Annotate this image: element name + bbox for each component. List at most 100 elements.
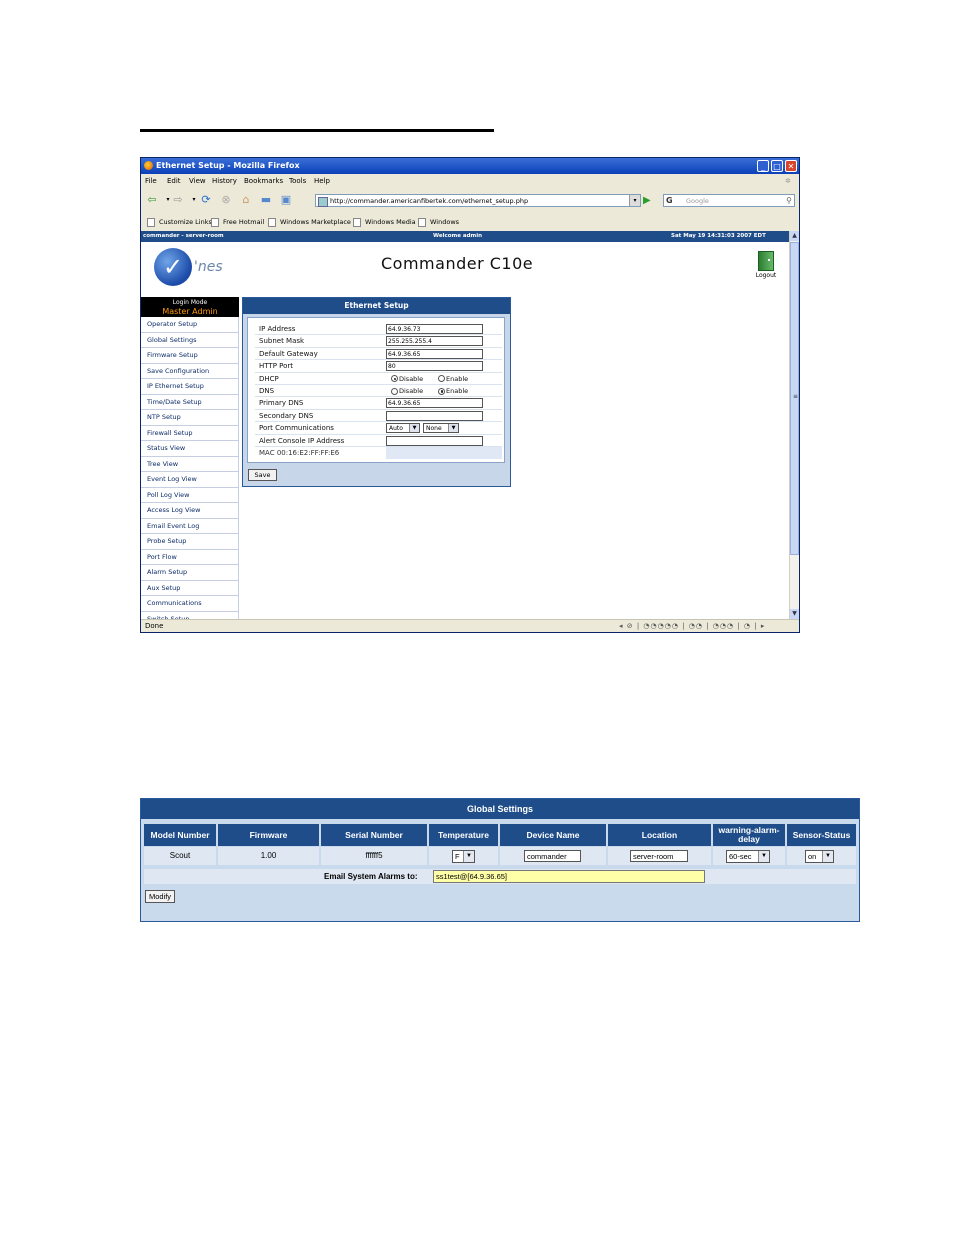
dhcp-disable-radio[interactable]: Disable bbox=[391, 375, 423, 383]
logo-text: 'nes bbox=[194, 259, 223, 275]
device-name-input[interactable]: commander bbox=[524, 850, 581, 862]
bookmark-windows-marketplace[interactable]: Windows Marketplace bbox=[268, 215, 351, 229]
mac-address: MAC 00:16:E2:FF:FF:E6 bbox=[259, 449, 340, 457]
radio-selected-icon bbox=[391, 375, 398, 383]
bookmark-customize-links[interactable]: Customize Links bbox=[147, 215, 212, 229]
menu-file[interactable]: File bbox=[145, 174, 157, 188]
close-button[interactable]: ✕ bbox=[785, 160, 797, 172]
bookmark-windows[interactable]: Windows bbox=[418, 215, 459, 229]
ip-address-input[interactable]: 64.9.36.73 bbox=[386, 324, 483, 334]
modify-button[interactable]: Modify bbox=[145, 890, 175, 903]
section-title-underline bbox=[140, 129, 494, 132]
model-cell: Scout bbox=[144, 847, 216, 865]
sidebar-item[interactable]: Firmware Setup bbox=[141, 348, 239, 364]
menu-help[interactable]: Help bbox=[314, 174, 330, 188]
bookmark-free-hotmail[interactable]: Free Hotmail bbox=[211, 215, 264, 229]
forward-icon[interactable]: ⇨ bbox=[171, 193, 185, 207]
ethernet-setup-panel: Ethernet Setup IP Address 64.9.36.73 Sub… bbox=[242, 297, 511, 487]
sidebar-item[interactable]: Firewall Setup bbox=[141, 425, 239, 441]
address-bar[interactable]: http://commander.americanfibertek.com/et… bbox=[315, 194, 641, 207]
column-header-sensor-status: Sensor-Status bbox=[787, 824, 856, 846]
subnet-mask-input[interactable]: 255.255.255.4 bbox=[386, 336, 483, 347]
sidebar-item[interactable]: Probe Setup bbox=[141, 534, 239, 550]
app-top-bar: commander - server-room Welcome admin Sa… bbox=[141, 231, 789, 242]
sensor-status-select[interactable]: on ▼ bbox=[805, 850, 834, 863]
default-gateway-input[interactable]: 64.9.36.65 bbox=[386, 348, 483, 359]
save-button[interactable]: Save bbox=[248, 469, 277, 481]
folder-icon[interactable]: ▬ bbox=[259, 193, 273, 207]
sidebar-item[interactable]: NTP Setup bbox=[141, 410, 239, 426]
http-port-label: HTTP Port bbox=[259, 362, 294, 371]
email-alarms-input[interactable]: ss1test@[64.9.36.65] bbox=[433, 870, 705, 883]
back-icon[interactable]: ⇦ bbox=[145, 193, 159, 207]
sidebar-item[interactable]: Alarm Setup bbox=[141, 565, 239, 581]
scroll-up-icon[interactable]: ▲ bbox=[790, 231, 799, 241]
column-header-alarm-delay: warning-alarm-delay bbox=[713, 824, 785, 846]
port-parity-select[interactable]: None ▼ bbox=[423, 423, 459, 434]
bookmark-windows-media[interactable]: Windows Media bbox=[353, 215, 416, 229]
sidebar-item[interactable]: Save Configuration bbox=[141, 363, 239, 379]
menu-edit[interactable]: Edit bbox=[167, 174, 181, 188]
logout-button[interactable]: Logout bbox=[753, 251, 779, 285]
scroll-down-icon[interactable]: ▼ bbox=[790, 609, 799, 619]
search-icon[interactable]: ⚲ bbox=[786, 195, 792, 207]
secondary-dns-input[interactable] bbox=[386, 410, 483, 421]
default-gateway-row: Default Gateway 64.9.36.65 bbox=[255, 348, 502, 361]
sidebar-item[interactable]: Time/Date Setup bbox=[141, 394, 239, 410]
dhcp-label: DHCP bbox=[259, 374, 279, 383]
minimize-button[interactable]: _ bbox=[757, 160, 769, 172]
sidebar-item[interactable]: Access Log View bbox=[141, 503, 239, 519]
radio-label: Disable bbox=[399, 374, 424, 383]
port-speed-select[interactable]: Auto ▼ bbox=[386, 423, 420, 434]
dns-disable-radio[interactable]: Disable bbox=[391, 387, 423, 395]
menu-bookmarks[interactable]: Bookmarks bbox=[244, 174, 283, 188]
bookmark-page-icon bbox=[147, 217, 155, 227]
primary-dns-input[interactable]: 64.9.36.65 bbox=[386, 398, 483, 409]
sidebar-item[interactable]: IP Ethernet Setup bbox=[141, 379, 239, 395]
scroll-thumb[interactable]: ≡ bbox=[790, 242, 799, 555]
alarm-delay-select[interactable]: 60-sec ▼ bbox=[726, 850, 770, 863]
stop-icon[interactable]: ⊗ bbox=[219, 193, 233, 207]
sidebar-item[interactable]: Aux Setup bbox=[141, 580, 239, 596]
sidebar-item[interactable]: Poll Log View bbox=[141, 487, 239, 503]
temperature-select[interactable]: F ▼ bbox=[452, 850, 475, 863]
status-bar: Done ◂ ⊘ | ◔◔◔◔◔ | ◔◔ | ◔◔◔ | ◔ | ▸ bbox=[141, 619, 799, 632]
sidebar-item[interactable]: Operator Setup bbox=[141, 317, 239, 333]
dns-row: DNS Disable Enable bbox=[255, 385, 502, 398]
http-port-input[interactable]: 80 bbox=[386, 361, 483, 372]
mac-value-cell bbox=[386, 447, 502, 459]
sidebar-item[interactable]: Port Flow bbox=[141, 549, 239, 565]
bookmark-page-icon bbox=[418, 217, 426, 227]
sidebar-item[interactable]: Tree View bbox=[141, 456, 239, 472]
radio-label: Enable bbox=[446, 387, 469, 395]
dns-enable-radio[interactable]: Enable bbox=[438, 387, 468, 395]
grip-icon: ≡ bbox=[793, 393, 799, 400]
search-box[interactable]: G Google ⚲ bbox=[663, 194, 795, 207]
menu-tools[interactable]: Tools bbox=[289, 174, 306, 188]
bookmark-page-icon bbox=[353, 217, 361, 227]
sidebar: Login Mode Master Admin Operator Setup Gl… bbox=[141, 297, 239, 619]
sidebar-item[interactable]: Switch Setup bbox=[141, 611, 239, 619]
maximize-button[interactable]: □ bbox=[771, 160, 783, 172]
sidebar-item[interactable]: Communications bbox=[141, 596, 239, 612]
url-dropdown-icon[interactable]: ▾ bbox=[629, 195, 640, 206]
sidebar-item[interactable]: Event Log View bbox=[141, 472, 239, 488]
dhcp-enable-radio[interactable]: Enable bbox=[438, 375, 468, 383]
sidebar-item[interactable]: Email Event Log bbox=[141, 518, 239, 534]
go-icon[interactable]: ▶ bbox=[643, 194, 655, 207]
sidebar-item[interactable]: Global Settings bbox=[141, 332, 239, 348]
subnet-mask-label: Subnet Mask bbox=[259, 337, 305, 346]
sidebar-item[interactable]: Status View bbox=[141, 441, 239, 457]
page-icon[interactable]: ▣ bbox=[279, 193, 293, 207]
bookmarks-toolbar: Customize Links Free Hotmail Windows Mar… bbox=[141, 215, 799, 229]
home-icon[interactable]: ⌂ bbox=[239, 193, 253, 207]
window-titlebar: Ethernet Setup - Mozilla Firefox _ □ ✕ bbox=[141, 158, 799, 174]
location-input[interactable]: server-room bbox=[630, 850, 688, 862]
menu-history[interactable]: History bbox=[212, 174, 237, 188]
reload-icon[interactable]: ⟳ bbox=[199, 193, 213, 207]
menu-view[interactable]: View bbox=[189, 174, 206, 188]
port-communications-row: Port Communications Auto ▼ None ▼ bbox=[255, 422, 502, 435]
alert-console-input[interactable] bbox=[386, 435, 483, 446]
chevron-down-icon: ▼ bbox=[463, 851, 474, 862]
vertical-scrollbar[interactable]: ▲ ≡ ▼ bbox=[789, 231, 799, 619]
